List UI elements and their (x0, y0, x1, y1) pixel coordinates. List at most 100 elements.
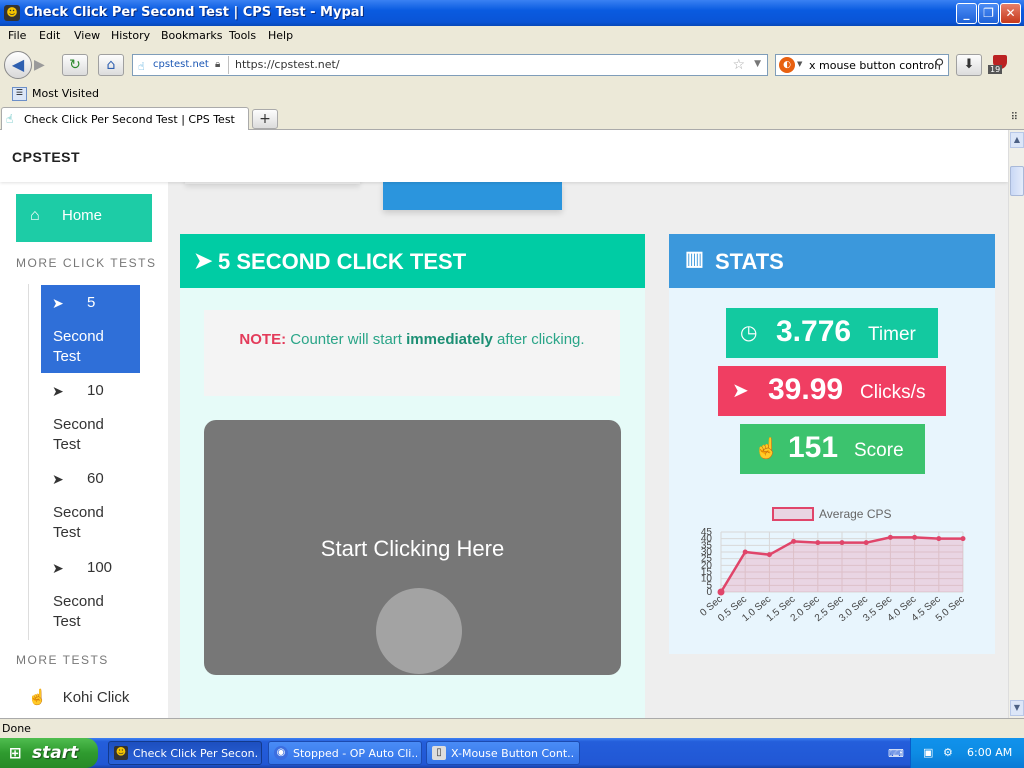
site-identity[interactable]: ☝ cpstest.net 🔒︎ (135, 56, 229, 74)
tab-label: Check Click Per Second Test | CPS Test (24, 113, 235, 126)
taskbar-item-browser[interactable]: ☻ Check Click Per Secon... (108, 741, 262, 765)
click-area[interactable]: Start Clicking Here (204, 420, 621, 675)
menu-history[interactable]: History (111, 29, 150, 42)
cursor-icon: ➤ (194, 248, 213, 273)
taskbar-item-xmouse[interactable]: ▯ X-Mouse Button Cont... (426, 741, 580, 765)
note-text-end: after clicking. (497, 331, 585, 348)
maximize-button[interactable]: ❐ (978, 3, 999, 24)
bookmark-star-icon[interactable]: ☆ (732, 57, 745, 73)
new-tab-button[interactable]: + (252, 109, 278, 129)
kohi-label: Kohi Click (62, 689, 130, 706)
data-point (887, 534, 893, 540)
sidebar-item-label: Second Test (53, 593, 104, 630)
data-point (839, 540, 845, 546)
taskbar-item-label: Check Click Per Secon... (133, 747, 257, 760)
sidebar-item-number: 60 (87, 470, 104, 487)
scroll-up-icon[interactable]: ▲ (1010, 132, 1024, 148)
sidebar-item-label: Second Test (53, 328, 104, 365)
status-bar: Done (0, 718, 1024, 738)
click-area-label: Start Clicking Here (320, 536, 505, 561)
note-box: NOTE: Counter will start immediately aft… (204, 310, 620, 396)
click-test-panel: ➤ 5 SECOND CLICK TEST NOTE: Counter will… (180, 234, 645, 718)
most-visited-label: Most Visited (32, 87, 99, 100)
downloads-button[interactable]: ⬇ (956, 54, 982, 76)
sidebar-item-10-second-test[interactable]: ➤ 10 Second Test (41, 373, 140, 461)
minimize-button[interactable]: _ (956, 3, 977, 24)
clock-icon: ◷ (740, 322, 758, 344)
sidebar-item-60-second-test[interactable]: ➤ 60 Second Test (41, 461, 140, 549)
windows-flag-icon: ⊞ (9, 744, 22, 762)
menu-view[interactable]: View (74, 29, 100, 42)
top-button-edge[interactable] (383, 182, 562, 210)
click-test-header: ➤ 5 SECOND CLICK TEST (180, 234, 645, 288)
start-label: start (32, 743, 79, 763)
site-brand[interactable]: CPSTEST (12, 149, 80, 165)
menu-edit[interactable]: Edit (39, 29, 60, 42)
menu-bookmarks[interactable]: Bookmarks (161, 29, 222, 42)
search-engine-icon[interactable]: ◐ (779, 57, 795, 73)
lock-icon: 🔒︎ (215, 59, 221, 70)
click-test-title: 5 SECOND CLICK TEST (218, 249, 467, 274)
sidebar-item-number: 10 (87, 382, 104, 399)
tray-app-icon[interactable]: ▣ (923, 746, 933, 759)
site-favicon-icon: ☝ (138, 60, 145, 73)
addon-button[interactable]: 19 (988, 54, 1012, 76)
scroll-thumb[interactable] (1010, 166, 1024, 196)
y-tick-label: 45 (701, 527, 713, 538)
taskbar-item-label: Stopped - OP Auto Cli... (293, 747, 417, 760)
menu-file[interactable]: File (8, 29, 26, 42)
taskbar-item-auto-clicker[interactable]: ◉ Stopped - OP Auto Cli... (268, 741, 422, 765)
scroll-down-icon[interactable]: ▼ (1010, 700, 1024, 716)
keyboard-icon[interactable]: ⌨ (888, 747, 904, 760)
sidebar-item-number: 100 (87, 559, 113, 576)
url-text[interactable]: https://cpstest.net/ (235, 58, 340, 71)
sidebar-divider (28, 284, 29, 640)
page-scrollbar[interactable]: ▲ ▼ (1008, 130, 1024, 718)
search-icon[interactable]: ⚲ (934, 57, 944, 72)
close-button[interactable]: ✕ (1000, 3, 1021, 24)
forward-arrow-icon: ▶ (34, 57, 45, 73)
network-icon[interactable]: ⚙ (943, 746, 953, 759)
menu-help[interactable]: Help (268, 29, 293, 42)
tab-cps-test[interactable]: ☝ Check Click Per Second Test | CPS Test (1, 107, 249, 130)
average-cps-chart: Average CPS0510152025303540450 Sec0.5 Se… (698, 507, 967, 624)
cursor-icon: ➤ (52, 471, 64, 487)
more-tests-heading: MORE TESTS (16, 653, 109, 667)
tab-list-icon[interactable]: ⠿ (1011, 112, 1018, 123)
address-bar[interactable]: ☝ cpstest.net 🔒︎ https://cpstest.net/ ☆ … (132, 54, 768, 76)
clock[interactable]: 6:00 AM (967, 746, 1012, 759)
data-point (742, 549, 748, 555)
sidebar-item-5-second-test[interactable]: ➤ 5 Second Test (41, 285, 140, 373)
forward-button[interactable]: ▶ (34, 56, 56, 74)
start-button[interactable]: ⊞ start (0, 738, 98, 768)
most-visited-bookmark[interactable]: ☰ Most Visited (12, 87, 99, 101)
cursor-icon: ➤ (52, 560, 64, 576)
data-point (912, 534, 918, 540)
sidebar-item-100-second-test[interactable]: ➤ 100 Second Test (41, 550, 140, 638)
data-point (863, 540, 869, 546)
back-button[interactable]: ◀ (4, 51, 32, 79)
title-bar: ☻ Check Click Per Second Test | CPS Test… (0, 0, 1024, 26)
search-engine-dropdown-icon[interactable]: ▼ (797, 60, 802, 68)
menu-tools[interactable]: Tools (229, 29, 256, 42)
reload-icon: ↻ (69, 57, 81, 73)
search-bar[interactable]: ◐ ▼ x mouse button control ⚲ (775, 54, 949, 76)
search-input[interactable]: x mouse button control (809, 59, 937, 72)
home-button[interactable]: ⌂ (98, 54, 124, 76)
data-point (815, 540, 821, 546)
system-tray: ▣ ⚙ 6:00 AM (910, 738, 1024, 768)
back-arrow-icon: ◀ (11, 55, 25, 74)
plus-icon: + (259, 111, 271, 127)
cursor-icon: ➤ (732, 380, 749, 402)
sidebar-item-kohi-click[interactable]: ☝ Kohi Click (28, 688, 129, 706)
window-title: Check Click Per Second Test | CPS Test -… (24, 5, 364, 20)
addon-badge: 19 (988, 65, 1003, 74)
reload-button[interactable]: ↻ (62, 54, 88, 76)
note-label: NOTE: (239, 331, 287, 348)
stats-header: ▥ STATS (669, 234, 995, 288)
url-dropdown-icon[interactable]: ▼ (754, 59, 761, 69)
tab-bar: ☝ Check Click Per Second Test | CPS Test… (0, 106, 1024, 130)
sidebar-home-button[interactable]: ⌂ Home (16, 194, 152, 242)
timer-unit: Timer (868, 324, 916, 345)
cps-unit: Clicks/s (860, 382, 926, 403)
